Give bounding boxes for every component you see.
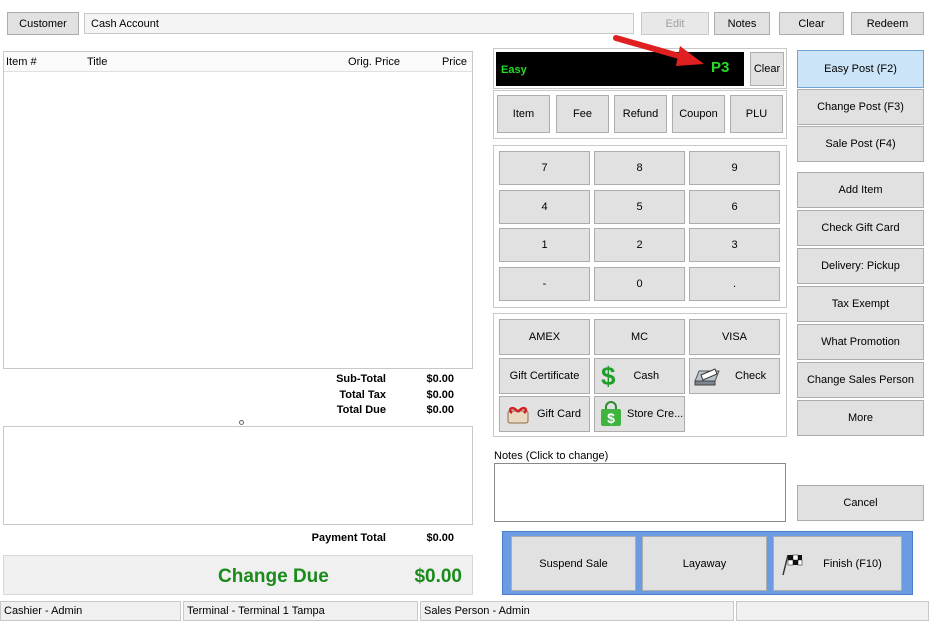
- keypad-9-button[interactable]: 9: [689, 151, 780, 185]
- keypad-7-button[interactable]: 7: [499, 151, 590, 185]
- item-type-plu-button[interactable]: PLU: [730, 95, 783, 133]
- cash-dollar-icon: $: [601, 361, 616, 391]
- subtotal-label: Sub-Total: [336, 373, 386, 385]
- keypad-2-button[interactable]: 2: [594, 228, 685, 262]
- payments-list[interactable]: [3, 426, 473, 525]
- status-cashier: Cashier - Admin: [0, 601, 181, 621]
- change-due-label: Change Due: [218, 566, 329, 587]
- tender-gift-certificate-button[interactable]: Gift Certificate: [499, 358, 590, 394]
- keypad-5-button[interactable]: 5: [594, 190, 685, 224]
- tender-cash-button[interactable]: $ Cash: [594, 358, 685, 394]
- keypad-0-button[interactable]: 0: [594, 267, 685, 301]
- suspend-sale-button[interactable]: Suspend Sale: [511, 536, 636, 591]
- tender-cash-label: Cash: [633, 370, 660, 382]
- keypad-minus-button[interactable]: -: [499, 267, 590, 301]
- display-mode-text: Easy: [501, 64, 527, 76]
- item-type-coupon-button[interactable]: Coupon: [672, 95, 725, 133]
- customer-account-field[interactable]: Cash Account: [84, 13, 634, 34]
- clear-button[interactable]: Clear: [779, 12, 844, 35]
- what-promotion-button[interactable]: What Promotion: [797, 324, 924, 360]
- item-type-fee-button[interactable]: Fee: [556, 95, 609, 133]
- notes-box[interactable]: [494, 463, 786, 522]
- more-button[interactable]: More: [797, 400, 924, 436]
- payment-total-label: Payment Total: [311, 532, 386, 544]
- notes-button[interactable]: Notes: [714, 12, 770, 35]
- tender-mc-button[interactable]: MC: [594, 319, 685, 355]
- splitter-handle[interactable]: [239, 420, 244, 425]
- svg-text:$: $: [607, 410, 615, 426]
- display-clear-button[interactable]: Clear: [750, 52, 784, 86]
- item-type-refund-button[interactable]: Refund: [614, 95, 667, 133]
- tender-check-label: Check: [735, 370, 767, 382]
- total-tax-value: $0.00: [426, 389, 454, 401]
- tender-store-credit-label: Store Cre...: [627, 408, 684, 420]
- tender-visa-button[interactable]: VISA: [689, 319, 780, 355]
- redeem-button[interactable]: Redeem: [851, 12, 924, 35]
- column-header-orig-price[interactable]: Orig. Price: [320, 56, 400, 68]
- keypad-1-button[interactable]: 1: [499, 228, 590, 262]
- layaway-button[interactable]: Layaway: [642, 536, 767, 591]
- tender-store-credit-button[interactable]: $ Store Cre...: [594, 396, 685, 432]
- column-header-price[interactable]: Price: [410, 56, 467, 68]
- keypad-8-button[interactable]: 8: [594, 151, 685, 185]
- total-due-label: Total Due: [336, 404, 386, 416]
- tax-exempt-button[interactable]: Tax Exempt: [797, 286, 924, 322]
- sale-post-button[interactable]: Sale Post (F4): [797, 126, 924, 162]
- keypad-3-button[interactable]: 3: [689, 228, 780, 262]
- status-extra: [736, 601, 929, 621]
- tender-gift-card-label: Gift Card: [537, 408, 582, 420]
- notes-label[interactable]: Notes (Click to change): [494, 450, 608, 462]
- payment-total-value: $0.00: [426, 532, 454, 544]
- annotation-arrow-icon: [613, 35, 704, 66]
- items-table[interactable]: [3, 51, 473, 369]
- customer-button[interactable]: Customer: [7, 12, 79, 35]
- shopping-bag-dollar-icon: $: [601, 401, 621, 426]
- keypad-4-button[interactable]: 4: [499, 190, 590, 224]
- checkered-flag-icon: [782, 554, 803, 576]
- finish-label: Finish (F10): [823, 557, 882, 570]
- display-code-text: P3: [711, 59, 730, 76]
- tender-check-button[interactable]: Check: [689, 358, 780, 394]
- easy-post-button[interactable]: Easy Post (F2): [797, 50, 924, 88]
- tender-amex-button[interactable]: AMEX: [499, 319, 590, 355]
- change-sales-person-button[interactable]: Change Sales Person: [797, 362, 924, 398]
- keypad-decimal-button[interactable]: .: [689, 267, 780, 301]
- status-terminal: Terminal - Terminal 1 Tampa: [183, 601, 418, 621]
- item-type-item-button[interactable]: Item: [497, 95, 550, 133]
- gift-card-icon: [507, 406, 529, 424]
- keypad-6-button[interactable]: 6: [689, 190, 780, 224]
- items-table-header: [4, 52, 472, 72]
- subtotal-value: $0.00: [426, 373, 454, 385]
- check-printer-icon: [694, 368, 720, 386]
- tender-gift-card-button[interactable]: Gift Card: [499, 396, 590, 432]
- change-post-button[interactable]: Change Post (F3): [797, 89, 924, 125]
- status-sales-person: Sales Person - Admin: [420, 601, 734, 621]
- column-header-title[interactable]: Title: [87, 56, 107, 68]
- cancel-button[interactable]: Cancel: [797, 485, 924, 521]
- check-gift-card-button[interactable]: Check Gift Card: [797, 210, 924, 246]
- add-item-button[interactable]: Add Item: [797, 172, 924, 208]
- finish-button[interactable]: Finish (F10): [773, 536, 902, 591]
- total-tax-label: Total Tax: [339, 389, 386, 401]
- change-due-value: $0.00: [414, 566, 462, 587]
- column-header-item-number[interactable]: Item #: [6, 56, 37, 68]
- total-due-value: $0.00: [426, 404, 454, 416]
- delivery-pickup-button[interactable]: Delivery: Pickup: [797, 248, 924, 284]
